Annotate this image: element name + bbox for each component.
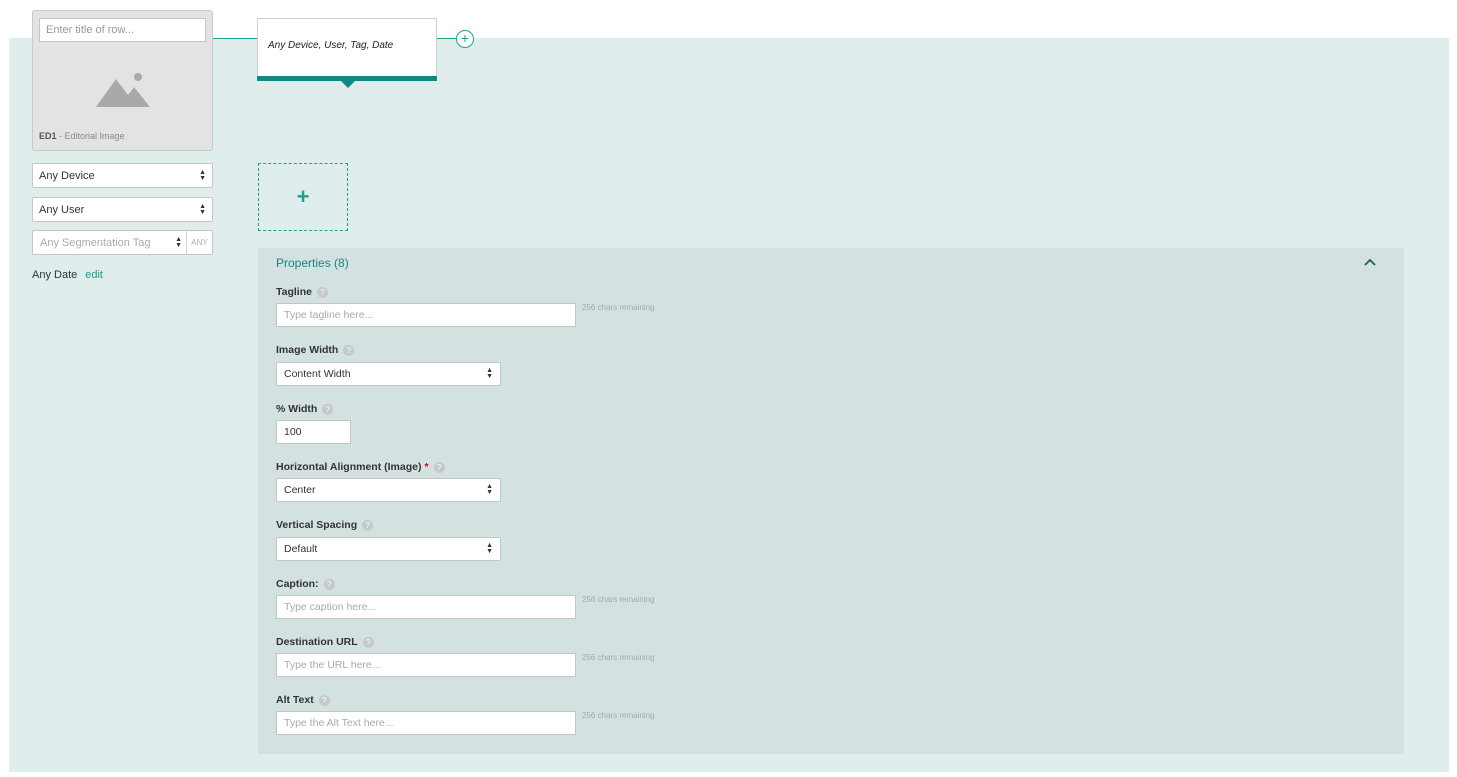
segmentation-tag-field[interactable]: Any Segmentation Tag ▲ ▼: [33, 231, 187, 254]
caption-label: Caption:?: [276, 578, 335, 590]
percent-width-label: % Width?: [276, 403, 334, 415]
vertical-spacing-select[interactable]: Default ▲ ▼: [276, 537, 501, 561]
tagline-chars-remaining: 256 chars remaining: [582, 303, 655, 312]
help-icon[interactable]: ?: [323, 578, 335, 590]
caption-placeholder: Type caption here...: [284, 601, 377, 613]
chevron-up-icon[interactable]: [1362, 254, 1378, 270]
device-select[interactable]: Any Device ▲ ▼: [32, 163, 213, 188]
alt-text-input[interactable]: Type the Alt Text here...: [276, 711, 576, 735]
select-arrows-icon: ▲ ▼: [175, 235, 182, 249]
tagline-label: Tagline?: [276, 286, 328, 298]
user-select-value: Any User: [39, 203, 85, 216]
add-variant-tab-button[interactable]: +: [456, 30, 474, 48]
alt-text-label-text: Alt Text: [276, 694, 314, 706]
required-marker: *: [424, 461, 429, 473]
any-toggle-button[interactable]: ANY: [187, 231, 212, 254]
properties-title[interactable]: Properties (8): [276, 256, 349, 270]
segmentation-tag-select[interactable]: Any Segmentation Tag ▲ ▼ ANY: [32, 230, 213, 255]
user-select[interactable]: Any User ▲ ▼: [32, 197, 213, 222]
variant-tab-label: Any Device, User, Tag, Date: [268, 40, 394, 51]
destination-url-label-text: Destination URL: [276, 636, 358, 648]
select-arrows-icon: ▲ ▼: [486, 542, 493, 555]
help-icon[interactable]: ?: [433, 461, 445, 473]
vertical-spacing-label-text: Vertical Spacing: [276, 519, 358, 531]
select-arrows-icon: ▲ ▼: [486, 483, 493, 496]
image-placeholder-icon: [96, 73, 150, 107]
tagline-input[interactable]: Type tagline here...: [276, 303, 576, 327]
image-width-label: Image Width?: [276, 344, 355, 356]
image-width-value: Content Width: [284, 368, 351, 380]
select-arrows-icon: ▲ ▼: [486, 367, 493, 380]
help-icon[interactable]: ?: [362, 636, 374, 648]
help-icon[interactable]: ?: [318, 694, 330, 706]
vertical-spacing-label: Vertical Spacing?: [276, 519, 374, 531]
connector-line: [437, 38, 456, 39]
alt-text-placeholder: Type the Alt Text here...: [284, 717, 394, 729]
tagline-label-text: Tagline: [276, 286, 312, 298]
horizontal-alignment-value: Center: [284, 484, 316, 496]
tagline-placeholder: Type tagline here...: [284, 309, 374, 321]
image-width-label-text: Image Width: [276, 344, 339, 356]
edit-date-link[interactable]: edit: [85, 269, 103, 281]
help-icon[interactable]: ?: [322, 403, 334, 415]
horizontal-alignment-label: Horizontal Alignment (Image) *?: [276, 461, 445, 473]
caption-label-text: Caption:: [276, 578, 319, 590]
date-filter-value: Any Date: [32, 269, 78, 281]
device-select-value: Any Device: [39, 169, 95, 182]
vertical-spacing-value: Default: [284, 543, 318, 555]
row-code: ED1: [39, 131, 57, 141]
percent-width-label-text: % Width: [276, 403, 318, 415]
percent-width-value: 100: [284, 426, 302, 438]
alt-text-label: Alt Text?: [276, 694, 330, 706]
destination-url-input[interactable]: Type the URL here...: [276, 653, 576, 677]
segmentation-tag-placeholder: Any Segmentation Tag: [40, 236, 151, 249]
select-arrows-icon: ▲ ▼: [199, 202, 206, 216]
destination-url-label: Destination URL?: [276, 636, 374, 648]
connector-line: [213, 38, 258, 39]
row-type-caption: ED1 - Editorial Image: [39, 131, 125, 141]
destination-url-placeholder: Type the URL here...: [284, 659, 381, 671]
row-thumbnail-card[interactable]: ED1 - Editorial Image: [32, 10, 213, 151]
destination-url-chars-remaining: 256 chars remaining: [582, 653, 655, 662]
horizontal-alignment-label-text: Horizontal Alignment (Image): [276, 461, 422, 473]
image-width-select[interactable]: Content Width ▲ ▼: [276, 362, 501, 386]
alt-text-chars-remaining: 256 chars remaining: [582, 711, 655, 720]
help-icon[interactable]: ?: [343, 344, 355, 356]
caption-chars-remaining: 256 chars remaining: [582, 595, 655, 604]
date-filter: Any Date edit: [32, 269, 103, 281]
properties-panel: Properties (8) Tagline? Type tagline her…: [258, 248, 1404, 754]
caption-input[interactable]: Type caption here...: [276, 595, 576, 619]
percent-width-input[interactable]: 100: [276, 420, 351, 444]
row-type-label: - Editorial Image: [56, 131, 125, 141]
help-icon[interactable]: ?: [362, 519, 374, 531]
select-arrows-icon: ▲ ▼: [199, 168, 206, 182]
variant-tab[interactable]: Any Device, User, Tag, Date: [257, 18, 437, 81]
tab-pointer-icon: [341, 81, 355, 88]
add-content-button[interactable]: +: [258, 163, 348, 231]
horizontal-alignment-select[interactable]: Center ▲ ▼: [276, 478, 501, 502]
row-title-input[interactable]: [39, 18, 206, 42]
help-icon[interactable]: ?: [316, 286, 328, 298]
